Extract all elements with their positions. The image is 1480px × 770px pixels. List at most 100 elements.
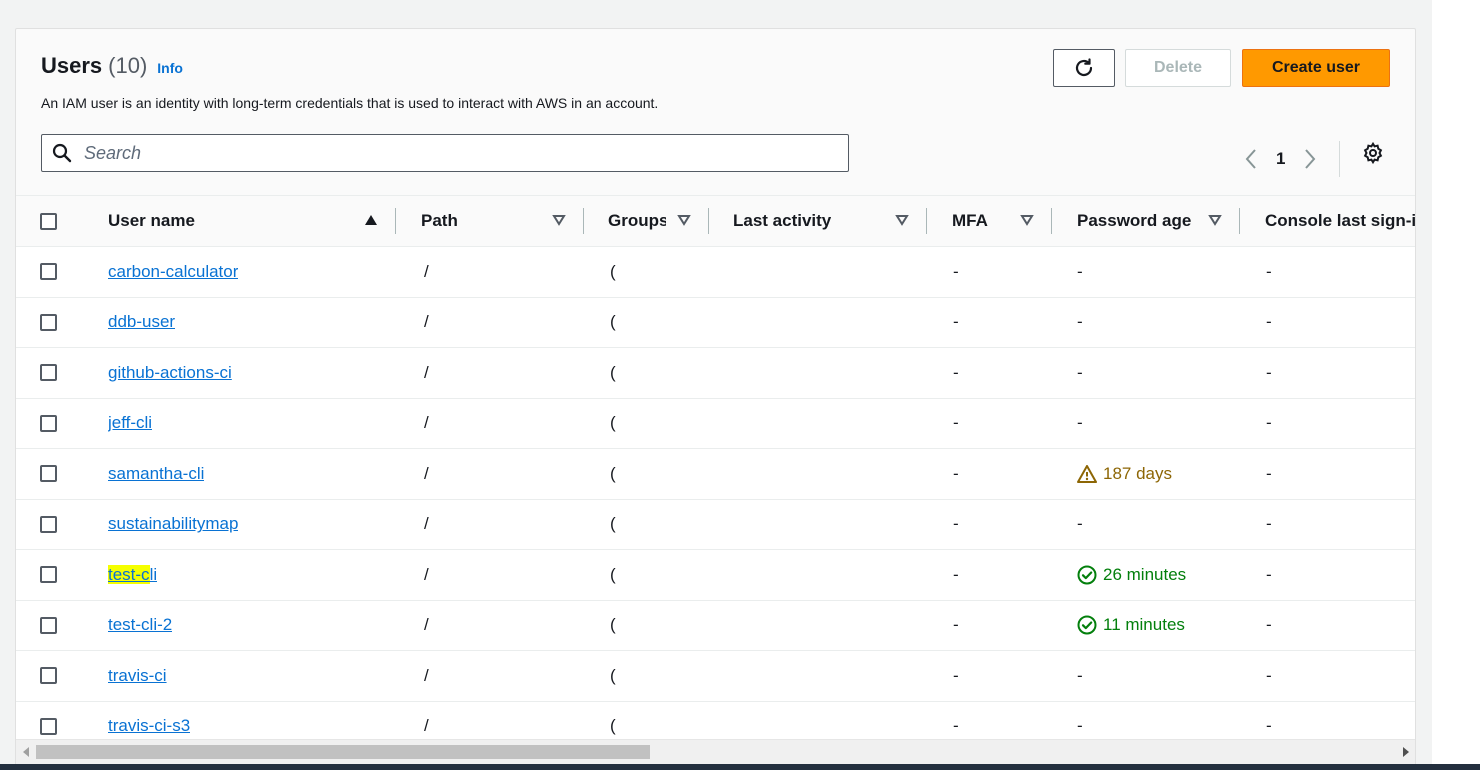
refresh-button[interactable] (1053, 49, 1115, 87)
console-sign-in-cell: - (1266, 413, 1272, 433)
delete-button[interactable]: Delete (1125, 49, 1231, 87)
table-header: User name Path Groups Last activity MFA … (16, 195, 1415, 247)
password-age-cell: - (1077, 348, 1083, 398)
col-header-path[interactable]: Path (421, 196, 458, 246)
console-sign-in-cell: - (1266, 615, 1272, 635)
table-row[interactable]: carbon-calculator / ( - - - (16, 247, 1415, 298)
console-sign-in-cell: - (1266, 463, 1272, 483)
column-divider[interactable] (583, 208, 584, 234)
user-name-cell: sustainabilitymap (108, 500, 238, 550)
search-icon (42, 143, 82, 163)
column-divider[interactable] (708, 208, 709, 234)
page-title: Users (10) Info (41, 53, 183, 79)
user-name-link[interactable]: ddb-user (108, 312, 175, 332)
password-age-value: 26 minutes (1103, 564, 1187, 584)
select-all-checkbox[interactable] (40, 212, 57, 230)
sort-icon[interactable] (677, 214, 691, 226)
horizontal-scrollbar[interactable] (16, 739, 1415, 765)
chevron-left-icon[interactable] (1244, 148, 1258, 170)
user-name-link[interactable]: samantha-cli (108, 464, 204, 484)
row-select-cell (40, 298, 57, 348)
table-row[interactable]: sustainabilitymap / ( - - - (16, 499, 1415, 550)
path-cell: / (424, 362, 429, 382)
users-panel: Users (10) Info An IAM user is an identi… (15, 28, 1416, 766)
row-checkbox[interactable] (40, 465, 57, 483)
col-header-password-age[interactable]: Password age (1077, 196, 1191, 246)
row-checkbox[interactable] (40, 566, 57, 584)
column-divider[interactable] (395, 208, 396, 234)
password-age-value: - (1077, 312, 1083, 332)
groups-cell: ( (610, 261, 616, 281)
password-age-status: 187 days (1077, 464, 1172, 484)
sort-icon[interactable] (1020, 214, 1034, 226)
console-sign-in-cell: - (1266, 514, 1272, 534)
user-name-link[interactable]: carbon-calculator (108, 262, 238, 282)
table-row[interactable]: jeff-cli / ( - - - (16, 398, 1415, 449)
user-name-cell: github-actions-ci (108, 348, 232, 398)
row-checkbox[interactable] (40, 717, 57, 735)
row-checkbox[interactable] (40, 263, 57, 281)
sort-ascending-icon[interactable] (364, 214, 378, 226)
table-row[interactable]: ddb-user / ( - - - (16, 297, 1415, 348)
user-name-link[interactable]: github-actions-ci (108, 363, 232, 383)
row-checkbox[interactable] (40, 515, 57, 533)
table-row[interactable]: samantha-cli / ( - 187 days - (16, 449, 1415, 500)
row-checkbox[interactable] (40, 364, 57, 382)
row-select-cell (40, 399, 57, 449)
column-divider[interactable] (1239, 208, 1240, 234)
password-age-cell: - (1077, 399, 1083, 449)
info-link[interactable]: Info (157, 60, 183, 76)
column-divider[interactable] (926, 208, 927, 234)
table-row[interactable]: github-actions-ci / ( - - - (16, 348, 1415, 399)
user-name-link[interactable]: travis-ci (108, 666, 167, 686)
create-user-button[interactable]: Create user (1242, 49, 1390, 87)
row-checkbox[interactable] (40, 414, 57, 432)
scroll-right-icon[interactable] (1402, 747, 1410, 757)
page-description: An IAM user is an identity with long-ter… (41, 95, 659, 111)
page-number[interactable]: 1 (1276, 149, 1285, 169)
user-name-link[interactable]: sustainabilitymap (108, 514, 238, 534)
user-name-link[interactable]: travis-ci-s3 (108, 716, 190, 736)
password-age-value: - (1077, 716, 1083, 736)
password-age-cell: 187 days (1077, 449, 1172, 499)
row-select-cell (40, 500, 57, 550)
groups-cell: ( (610, 564, 616, 584)
password-age-value: 11 minutes (1103, 615, 1185, 635)
row-checkbox[interactable] (40, 616, 57, 634)
console-sign-in-cell: - (1266, 564, 1272, 584)
search-input[interactable] (82, 141, 826, 165)
user-name-link[interactable]: jeff-cli (108, 413, 152, 433)
groups-cell: ( (610, 362, 616, 382)
table-row[interactable]: test-cli / ( - 26 minutes - (16, 550, 1415, 601)
table-row[interactable]: travis-ci / ( - - - (16, 651, 1415, 702)
user-name-cell: jeff-cli (108, 399, 152, 449)
user-name-rest: li (149, 564, 158, 584)
password-age-cell: 11 minutes (1077, 601, 1185, 651)
column-divider[interactable] (1051, 208, 1052, 234)
page-background-strip (1432, 0, 1480, 764)
gear-icon[interactable] (1362, 141, 1384, 169)
mfa-cell: - (953, 413, 959, 433)
col-header-mfa[interactable]: MFA (952, 196, 988, 246)
col-header-console-last-sign-in[interactable]: Console last sign-in (1265, 196, 1415, 246)
path-cell: / (424, 564, 429, 584)
sort-icon[interactable] (1208, 214, 1222, 226)
path-cell: / (424, 413, 429, 433)
scroll-left-icon[interactable] (22, 747, 30, 757)
password-age-cell: 26 minutes (1077, 550, 1186, 600)
user-name-link[interactable]: test-cli-2 (108, 615, 172, 635)
col-header-last-activity[interactable]: Last activity (733, 196, 831, 246)
password-age-value: - (1077, 413, 1083, 433)
sort-icon[interactable] (895, 214, 909, 226)
col-header-groups[interactable]: Groups (608, 196, 666, 246)
table-row[interactable]: test-cli-2 / ( - 11 minutes - (16, 600, 1415, 651)
path-cell: / (424, 463, 429, 483)
user-name-link[interactable]: test-cli (108, 564, 158, 585)
row-checkbox[interactable] (40, 313, 57, 331)
chevron-right-icon[interactable] (1303, 148, 1317, 170)
scrollbar-thumb[interactable] (36, 745, 650, 759)
sort-icon[interactable] (552, 214, 566, 226)
col-header-user-name[interactable]: User name (108, 196, 195, 246)
row-checkbox[interactable] (40, 667, 57, 685)
mfa-cell: - (953, 261, 959, 281)
